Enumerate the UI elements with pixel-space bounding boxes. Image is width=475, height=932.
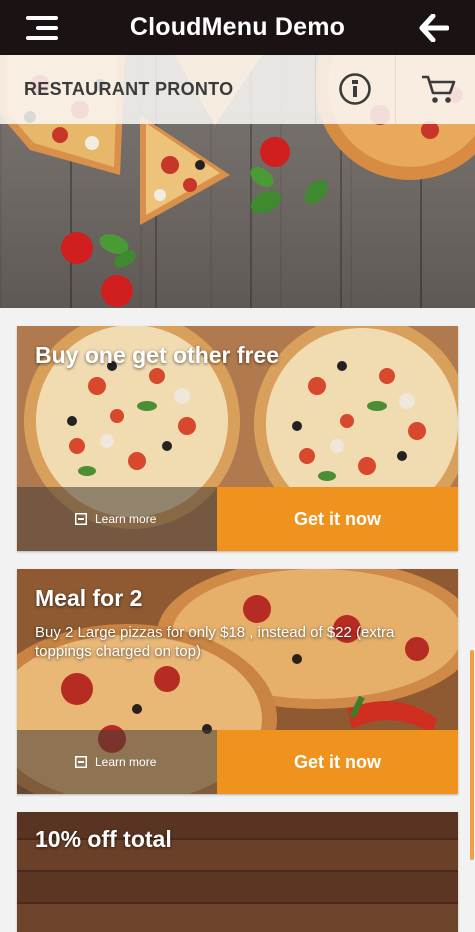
- app-title: CloudMenu Demo: [129, 13, 346, 41]
- learn-more-label: Learn more: [95, 755, 157, 769]
- expand-icon: [75, 756, 87, 768]
- scrollbar[interactable]: [470, 650, 474, 860]
- offer-title: Meal for 2: [35, 585, 143, 611]
- offer-card[interactable]: 10% off total: [17, 812, 458, 932]
- learn-more-button[interactable]: Learn more: [17, 730, 217, 794]
- info-icon[interactable]: [338, 72, 372, 106]
- offer-card[interactable]: Meal for 2 Buy 2 Large pizzas for only $…: [17, 569, 458, 794]
- get-it-now-button[interactable]: Get it now: [217, 730, 458, 794]
- offer-card[interactable]: Buy one get other free Learn more Get it…: [17, 326, 458, 551]
- restaurant-name: RESTAURANT PRONTO: [24, 79, 234, 99]
- cart-icon[interactable]: [420, 73, 456, 105]
- learn-more-button[interactable]: Learn more: [17, 487, 217, 551]
- get-it-now-button[interactable]: Get it now: [217, 487, 458, 551]
- restaurant-header: RESTAURANT PRONTO: [0, 55, 475, 124]
- app-bar: CloudMenu Demo: [0, 0, 475, 55]
- learn-more-label: Learn more: [95, 512, 157, 526]
- expand-icon: [75, 513, 87, 525]
- offer-title: 10% off total: [35, 826, 172, 852]
- arrow-left-icon[interactable]: [419, 13, 450, 43]
- offer-title: Buy one get other free: [35, 342, 280, 368]
- offer-description: Buy 2 Large pizzas for only $18 , instea…: [35, 624, 395, 660]
